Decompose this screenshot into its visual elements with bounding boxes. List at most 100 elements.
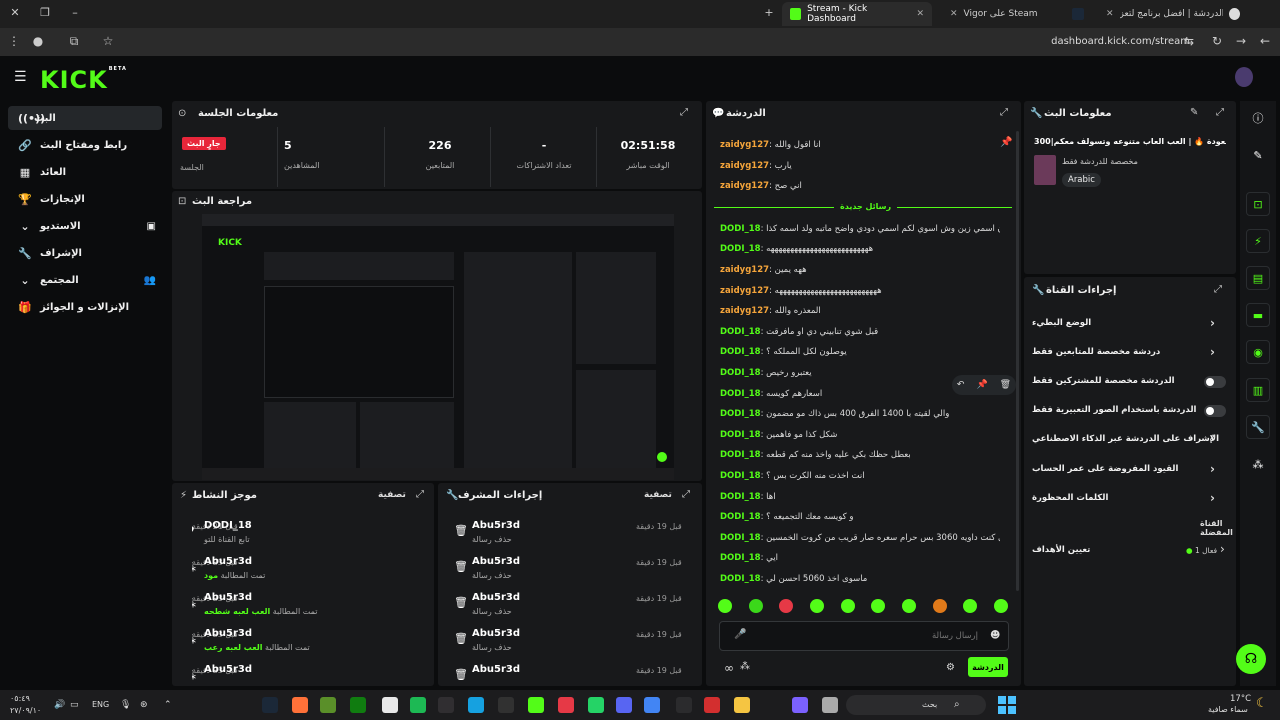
chat-bubble-icon[interactable]: ▬	[1246, 303, 1270, 327]
broadcast-icon[interactable]: ◉	[1246, 340, 1270, 364]
emoji-icon[interactable]: ☻	[990, 630, 1000, 641]
epic-icon[interactable]	[498, 697, 514, 713]
notes-icon[interactable]	[676, 697, 692, 713]
close-tab-icon[interactable]: ✕	[1106, 9, 1114, 19]
stream-preview-video[interactable]: KICK	[202, 214, 674, 480]
mod-username[interactable]: Abu5r3d	[472, 556, 520, 567]
chat-username[interactable]: DODI_18	[720, 327, 761, 337]
activity-username[interactable]: Abu5r3d	[204, 664, 252, 675]
channel-setting-row[interactable]: الدردشة مخصصة للمشتركين فقط	[1024, 369, 1236, 395]
channel-setting-row[interactable]: الوضع البطيء ›	[1024, 311, 1236, 337]
activity-username[interactable]: Abu5r3d	[204, 628, 252, 639]
emote-icon[interactable]	[748, 599, 763, 613]
expand-icon[interactable]: ⤢	[1216, 107, 1224, 118]
chat-message[interactable]: DODI_18: ايي	[720, 553, 1000, 573]
spotify-icon[interactable]	[410, 697, 426, 713]
mod-username[interactable]: Abu5r3d	[472, 664, 520, 675]
chat-username[interactable]: zaidyg127	[720, 161, 769, 171]
chat-username[interactable]: DODI_18	[720, 389, 761, 399]
chat-message[interactable]: DODI_18: انت اخذت منه الكرت بس ؟	[720, 471, 1000, 491]
chat-message[interactable]: zaidyg127: ههه يمين	[720, 265, 1000, 285]
close-tab-icon[interactable]: ✕	[916, 9, 924, 19]
tab-kick-dashboard[interactable]: Stream - Kick Dashboard ✕	[782, 2, 932, 26]
back-icon[interactable]: ←	[1257, 34, 1273, 48]
chat-username[interactable]: DODI_18	[720, 512, 761, 522]
mod-username[interactable]: Abu5r3d	[472, 628, 520, 639]
nav-item-achievements[interactable]: 🏆 الإنجازات	[8, 187, 162, 211]
profile-icon[interactable]: ●	[30, 34, 46, 48]
app-tray-icon[interactable]: ⊛	[140, 700, 148, 710]
toggle-switch[interactable]	[1204, 405, 1226, 417]
chat-message[interactable]: DODI_18: اها	[720, 492, 1000, 512]
chat-username[interactable]: zaidyg127	[720, 306, 769, 316]
tab-steam[interactable]: ✕ Vigor على Steam	[942, 2, 1092, 26]
chat-username[interactable]: DODI_18	[720, 409, 761, 419]
mod-username[interactable]: Abu5r3d	[472, 520, 520, 531]
nav-item-moderation[interactable]: 🔧 الإشراف	[8, 241, 162, 265]
activity-username[interactable]: Abu5r3d	[204, 556, 252, 567]
chat-username[interactable]: zaidyg127	[720, 140, 769, 150]
filter-button[interactable]: تصفية	[644, 490, 672, 500]
nav-item-stream[interactable]: ((•)) البث	[8, 106, 162, 130]
close-window-icon[interactable]: ✕	[8, 6, 22, 19]
emote-icon[interactable]	[840, 599, 855, 613]
streamlabs-icon[interactable]	[558, 697, 574, 713]
info-icon[interactable]: ⓘ	[1246, 106, 1270, 130]
site-settings-icon[interactable]: ⇆	[1181, 34, 1197, 48]
chat-message[interactable]: DODI_18: قبل شوي تنابيني دي او مافرقت	[720, 327, 1000, 347]
emote-icon[interactable]	[809, 599, 824, 613]
toggle-switch[interactable]	[1204, 376, 1226, 388]
network-icon[interactable]: ▭	[70, 700, 79, 710]
chat-username[interactable]: DODI_18	[720, 471, 761, 481]
language-indicator[interactable]: ENG	[92, 700, 109, 709]
chat-message[interactable]: zaidyg127: انا اقول والله	[720, 140, 1000, 160]
volume-icon[interactable]: 🔊	[54, 700, 65, 710]
chat-message[interactable]: DODI_18: والي لقيته با 1400 الفرق 400 بس…	[720, 409, 1000, 429]
channel-setting-row[interactable]: دردشة مخصصة للمتابعين فقط ›	[1024, 340, 1236, 366]
windows-start-icon[interactable]	[998, 696, 1016, 714]
discord-icon[interactable]	[616, 697, 632, 713]
emote-icon[interactable]	[993, 599, 1008, 613]
file-icon[interactable]	[382, 697, 398, 713]
settings-gear-icon[interactable]: ⚙	[946, 662, 955, 673]
obs-icon[interactable]	[438, 697, 454, 713]
url-field[interactable]: dashboard.kick.com/stream	[1051, 36, 1190, 47]
minimize-window-icon[interactable]: –	[68, 6, 82, 19]
chevron-up-icon[interactable]: ⌃	[164, 700, 172, 710]
chat-username[interactable]: zaidyg127	[720, 265, 769, 275]
chat-username[interactable]: DODI_18	[720, 368, 761, 378]
kick-app-icon[interactable]	[528, 697, 544, 713]
mod-username[interactable]: Abu5r3d	[472, 592, 520, 603]
infinity-icon[interactable]: ∞	[724, 661, 734, 675]
chat-username[interactable]: DODI_18	[720, 553, 761, 563]
chat-username[interactable]: DODI_18	[720, 533, 761, 543]
menu-dots-icon[interactable]: ⋮	[6, 34, 22, 48]
vpn-icon[interactable]	[468, 697, 484, 713]
channel-setting-row[interactable]: الكلمات المحظورة ›	[1024, 486, 1236, 512]
set-goals-row[interactable]: تعيين الأهداف ● فعال 1 ›	[1032, 542, 1232, 561]
filter-button[interactable]: تصفية	[378, 490, 406, 500]
nav-item-revenue[interactable]: ▦ العائد	[8, 160, 162, 184]
bolt-icon[interactable]: ⚡	[1246, 229, 1270, 253]
layout-icon[interactable]: ▥	[1246, 378, 1270, 402]
close-tab-icon[interactable]: ✕	[950, 9, 958, 19]
emote-icon[interactable]	[932, 599, 947, 613]
restore-window-icon[interactable]: ❐	[38, 6, 52, 19]
chat-message[interactable]: DODI_18: شكل كذا مو فاهمين	[720, 430, 1000, 450]
channel-points-icon[interactable]: ⁂	[1246, 452, 1270, 476]
avatar[interactable]	[1235, 67, 1253, 87]
emote-icon[interactable]	[779, 599, 794, 613]
new-tab-icon[interactable]: +	[762, 6, 776, 19]
channel-setting-row[interactable]: الإشراف على الدردشة عبر الذكاء الاصطناعي…	[1024, 427, 1236, 453]
minecraft-icon[interactable]	[320, 697, 336, 713]
chat-message[interactable]: DODI_18: و كويسه معك التجميعه ؟	[720, 512, 1000, 532]
bookmark-star-icon[interactable]: ☆	[100, 34, 116, 48]
chat-message[interactable]: zaidyg127: اني صح	[720, 181, 1000, 201]
xbox-icon[interactable]	[350, 697, 366, 713]
tab-chatbot[interactable]: ✕ بوت الدردشة | أفضل برنامج لتعز	[1098, 2, 1248, 26]
chat-username[interactable]: DODI_18	[720, 492, 761, 502]
folder-icon[interactable]	[734, 697, 750, 713]
chat-username[interactable]: DODI_18	[720, 450, 761, 460]
steam-icon[interactable]	[262, 697, 278, 713]
taskbar-search[interactable]: بحث ⌕	[846, 695, 986, 715]
